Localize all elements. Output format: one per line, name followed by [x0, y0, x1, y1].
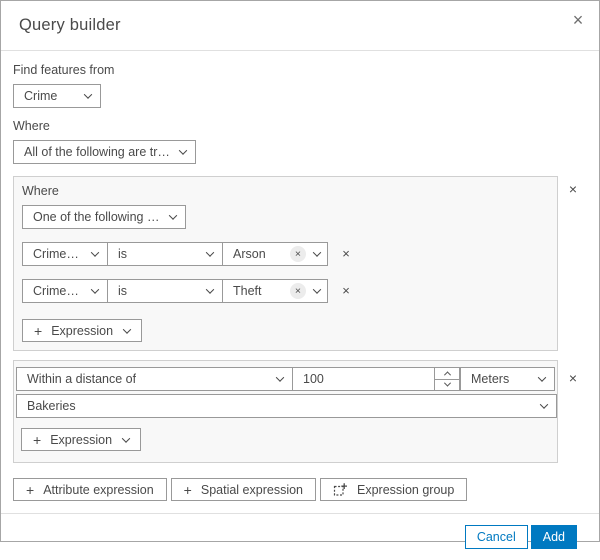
add-spatial-expression-button[interactable]: + Spatial expression	[170, 478, 317, 501]
add-expression-label: Expression	[51, 323, 114, 338]
chevron-down-icon	[90, 248, 100, 257]
expression-group-1: Where One of the following are tr... Cri…	[13, 176, 558, 351]
field-select[interactable]: Crime Type	[22, 242, 108, 266]
add-expression-actions: + Attribute expression + Spatial express…	[13, 478, 587, 501]
field-select[interactable]: Crime Type	[22, 279, 108, 303]
value-select[interactable]: Theft ×	[222, 279, 328, 303]
chevron-down-icon	[275, 373, 285, 382]
add-expression-label: Expression	[50, 432, 113, 447]
unit-select-value: Meters	[471, 372, 510, 386]
chevron-down-icon	[122, 324, 132, 334]
operator-select[interactable]: is	[107, 242, 223, 266]
spatial-expression-label: Spatial expression	[200, 482, 304, 497]
expression-row: Crime Type is Theft × ×	[22, 279, 549, 303]
add-expression-button[interactable]: + Expression	[21, 428, 142, 451]
chevron-down-icon	[539, 400, 549, 409]
spatial-mode-select[interactable]: Within a distance of	[16, 367, 293, 391]
chevron-down-icon	[168, 211, 178, 220]
value-select[interactable]: Arson ×	[222, 242, 328, 266]
expression-row: Crime Type is Arson × ×	[22, 242, 549, 266]
chevron-down-icon	[537, 373, 547, 382]
expression-group-1-wrap: Where One of the following are tr... Cri…	[13, 176, 587, 351]
dialog-title: Query builder	[19, 16, 121, 34]
match-operator-value: All of the following are true	[24, 145, 170, 159]
distance-input-box	[292, 367, 460, 391]
chevron-down-icon	[90, 285, 100, 294]
plus-icon: +	[33, 431, 42, 448]
dialog-body: Find features from Crime Where All of th…	[1, 51, 599, 513]
unit-select[interactable]: Meters	[460, 367, 555, 391]
dialog-footer: Cancel Add	[1, 513, 599, 560]
field-select-value: Crime Type	[33, 284, 82, 298]
close-icon[interactable]: ×	[565, 7, 591, 33]
layer-select-value: Crime	[24, 89, 58, 103]
chevron-down-icon	[205, 285, 215, 294]
chevron-up-icon	[443, 371, 451, 379]
distance-input[interactable]	[293, 368, 434, 390]
distance-stepper	[434, 368, 459, 390]
group1-where-label: Where	[22, 184, 59, 198]
expression-group-2: Within a distance of Meters	[13, 360, 558, 463]
match-operator-select[interactable]: All of the following are true	[13, 140, 196, 164]
chevron-down-icon	[205, 248, 215, 257]
chevron-down-icon	[312, 285, 322, 294]
remove-group-button[interactable]: ×	[562, 369, 584, 387]
chevron-down-icon	[443, 379, 451, 387]
chevron-down-icon	[178, 146, 188, 155]
query-builder-dialog: Query builder × Find features from Crime…	[0, 0, 600, 549]
expression-group-2-wrap: Within a distance of Meters	[13, 360, 587, 463]
chevron-down-icon	[83, 90, 93, 99]
spatial-layer-select[interactable]: Bakeries	[16, 394, 557, 418]
spatial-mode-value: Within a distance of	[27, 372, 137, 386]
operator-select[interactable]: is	[107, 279, 223, 303]
spatial-expression-row: Within a distance of Meters	[16, 367, 555, 391]
chevron-down-icon	[121, 433, 131, 443]
add-attribute-expression-button[interactable]: + Attribute expression	[13, 478, 167, 501]
where-label: Where	[13, 119, 50, 133]
stepper-up-button[interactable]	[435, 368, 459, 380]
group1-match-operator-value: One of the following are tr...	[33, 210, 160, 224]
add-expression-group-button[interactable]: Expression group	[320, 478, 468, 501]
clear-value-icon[interactable]: ×	[290, 283, 306, 299]
remove-group-button[interactable]: ×	[562, 180, 584, 198]
operator-select-value: is	[118, 284, 128, 298]
field-select-value: Crime Type	[33, 247, 82, 261]
remove-expression-button[interactable]: ×	[337, 245, 355, 263]
plus-icon: +	[26, 481, 35, 498]
find-features-label: Find features from	[13, 63, 115, 77]
operator-select-value: is	[118, 247, 128, 261]
add-expression-button[interactable]: + Expression	[22, 319, 143, 342]
cancel-button[interactable]: Cancel	[464, 525, 528, 549]
value-select-value: Theft	[233, 284, 262, 298]
add-button[interactable]: Add	[530, 525, 577, 549]
group1-match-operator-select[interactable]: One of the following are tr...	[22, 205, 186, 229]
expression-group-icon	[333, 482, 348, 497]
plus-icon: +	[34, 322, 43, 339]
stepper-down-button[interactable]	[435, 379, 459, 390]
layer-select[interactable]: Crime	[13, 84, 101, 108]
spatial-layer-value: Bakeries	[27, 399, 76, 413]
dialog-header: Query builder ×	[1, 1, 599, 51]
plus-icon: +	[183, 481, 192, 498]
value-select-value: Arson	[233, 247, 266, 261]
expression-group-label: Expression group	[357, 482, 455, 497]
clear-value-icon[interactable]: ×	[290, 246, 306, 262]
attribute-expression-label: Attribute expression	[43, 482, 154, 497]
remove-expression-button[interactable]: ×	[337, 282, 355, 300]
chevron-down-icon	[312, 248, 322, 257]
